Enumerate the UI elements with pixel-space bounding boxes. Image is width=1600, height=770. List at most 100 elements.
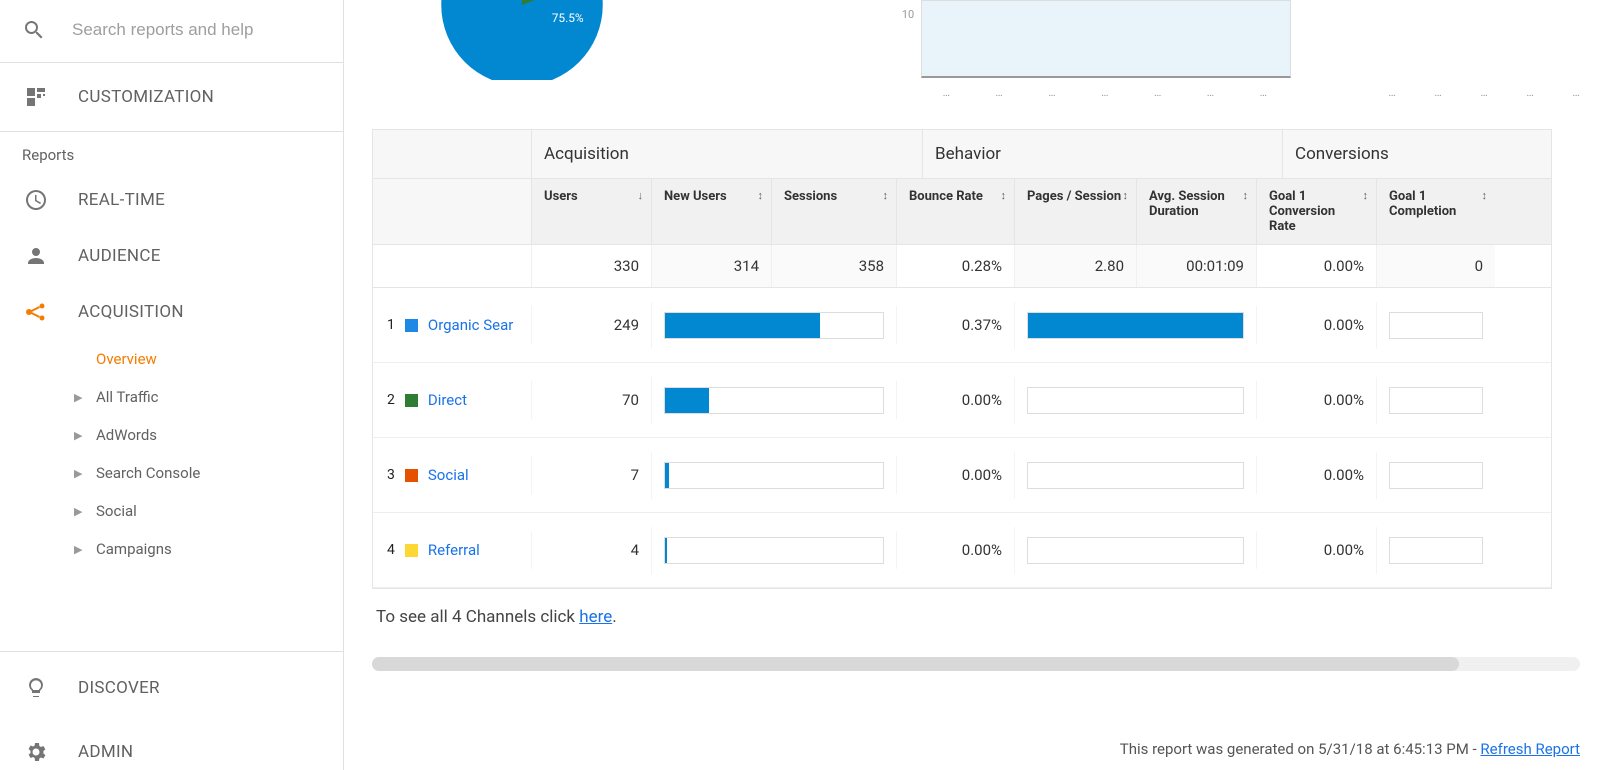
sparkline-chart-2: 0.00% — [1370, 0, 1600, 78]
sub-item-all-traffic[interactable]: ▶All Traffic — [48, 378, 343, 416]
sidebar-item-label: REAL-TIME — [78, 190, 165, 210]
sidebar-item-discover[interactable]: DISCOVER — [0, 651, 343, 724]
cell-users: 70 — [531, 381, 651, 419]
cell-pages-bar — [1014, 377, 1256, 424]
cell-new-users-bar — [651, 452, 896, 499]
cell-conv-rate: 0.00% — [1256, 306, 1376, 344]
row-name-cell[interactable]: 1 Organic Sear — [373, 316, 531, 334]
cell-pages-bar — [1014, 452, 1256, 499]
see-all-link[interactable]: here — [579, 607, 612, 627]
sort-icon: ↕ — [1001, 189, 1007, 202]
pie-chart: 75.5% — [372, 0, 842, 80]
caret-icon: ▶ — [74, 391, 96, 404]
col-header-duration[interactable]: Avg. Session Duration↕ — [1136, 179, 1256, 244]
col-header-sessions[interactable]: Sessions↕ — [771, 179, 896, 244]
person-icon — [22, 242, 50, 270]
sidebar-item-label: DISCOVER — [78, 678, 160, 698]
color-swatch — [405, 469, 418, 482]
sub-item-adwords[interactable]: ▶AdWords — [48, 416, 343, 454]
main-content: 75.5% 10 ………………… 0.00% …………… — [344, 0, 1600, 770]
col-header-users[interactable]: Users↓ — [531, 179, 651, 244]
table-row: 2 Direct 70 0.00% 0.00% — [373, 363, 1551, 438]
total-completion: 0 — [1376, 245, 1495, 287]
horizontal-scrollbar[interactable] — [372, 657, 1580, 671]
share-icon — [22, 298, 50, 326]
sidebar-item-label: AUDIENCE — [78, 246, 161, 266]
sort-icon: ↕ — [758, 189, 764, 202]
col-header-conv-rate[interactable]: Goal 1 Conversion Rate↕ — [1256, 179, 1376, 244]
chart-axis-ticks: …………… — [1370, 86, 1600, 99]
row-index: 2 — [387, 392, 395, 408]
reports-heading: Reports — [0, 132, 343, 172]
sidebar-item-admin[interactable]: ADMIN — [0, 724, 343, 770]
cell-completion-bar — [1376, 377, 1495, 424]
table-footer-note: To see all 4 Channels click here. — [372, 589, 1600, 657]
col-group-conversions: Conversions — [1282, 130, 1521, 178]
sub-item-overview[interactable]: Overview — [48, 340, 343, 378]
sub-item-search-console[interactable]: ▶Search Console — [48, 454, 343, 492]
cell-bounce: 0.00% — [896, 456, 1014, 494]
channel-link[interactable]: Social — [428, 466, 469, 484]
sidebar-item-acquisition[interactable]: ACQUISITION — [0, 284, 343, 340]
col-header-new-users[interactable]: New Users↕ — [651, 179, 771, 244]
channel-link[interactable]: Referral — [428, 541, 480, 559]
col-group-behavior: Behavior — [922, 130, 1282, 178]
cell-users: 7 — [531, 456, 651, 494]
sidebar-item-audience[interactable]: AUDIENCE — [0, 228, 343, 284]
col-group-acquisition: Acquisition — [531, 130, 922, 178]
sidebar: CUSTOMIZATION Reports REAL-TIME AUDIENCE… — [0, 0, 344, 770]
sort-icon: ↕ — [1363, 189, 1369, 202]
sparkline-chart-1: 10 — [921, 0, 1291, 78]
total-users: 330 — [531, 245, 651, 287]
row-name-cell[interactable]: 3 Social — [373, 466, 531, 484]
cell-bounce: 0.00% — [896, 381, 1014, 419]
sub-item-campaigns[interactable]: ▶Campaigns — [48, 530, 343, 568]
row-name-cell[interactable]: 2 Direct — [373, 391, 531, 409]
color-swatch — [405, 394, 418, 407]
cell-pages-bar — [1014, 302, 1256, 349]
total-duration: 00:01:09 — [1136, 245, 1256, 287]
row-index: 1 — [387, 317, 395, 333]
color-swatch — [405, 319, 418, 332]
scrollbar-thumb[interactable] — [372, 657, 1459, 671]
cell-conv-rate: 0.00% — [1256, 381, 1376, 419]
caret-icon: ▶ — [74, 505, 96, 518]
refresh-report-link[interactable]: Refresh Report — [1480, 740, 1580, 758]
caret-icon: ▶ — [74, 429, 96, 442]
sidebar-item-label: ADMIN — [78, 742, 133, 762]
channels-table: Acquisition Behavior Conversions Users↓ … — [372, 129, 1552, 589]
cell-new-users-bar — [651, 377, 896, 424]
sidebar-item-realtime[interactable]: REAL-TIME — [0, 172, 343, 228]
search-input[interactable] — [72, 20, 323, 40]
col-header-bounce[interactable]: Bounce Rate↕ — [896, 179, 1014, 244]
chart-axis-ticks: ………………… — [921, 86, 1291, 99]
sort-icon: ↕ — [1482, 189, 1488, 202]
cell-completion-bar — [1376, 452, 1495, 499]
cell-completion-bar — [1376, 302, 1495, 349]
caret-icon: ▶ — [74, 543, 96, 556]
cell-users: 4 — [531, 531, 651, 569]
channel-link[interactable]: Direct — [428, 391, 467, 409]
row-index: 4 — [387, 542, 395, 558]
col-header-pages[interactable]: Pages / Session↕ — [1014, 179, 1136, 244]
search-row — [0, 0, 343, 63]
cell-conv-rate: 0.00% — [1256, 531, 1376, 569]
row-index: 3 — [387, 467, 395, 483]
row-name-cell[interactable]: 4 Referral — [373, 541, 531, 559]
clock-icon — [22, 186, 50, 214]
bulb-icon — [22, 674, 50, 702]
search-icon — [22, 18, 46, 42]
sort-icon: ↕ — [883, 189, 889, 202]
cell-bounce: 0.37% — [896, 306, 1014, 344]
sub-item-social[interactable]: ▶Social — [48, 492, 343, 530]
sidebar-item-label: ACQUISITION — [78, 302, 184, 322]
total-sessions: 358 — [771, 245, 896, 287]
total-new-users: 314 — [651, 245, 771, 287]
sidebar-item-customization[interactable]: CUSTOMIZATION — [0, 63, 343, 132]
cell-new-users-bar — [651, 527, 896, 574]
total-pages: 2.80 — [1014, 245, 1136, 287]
gear-icon — [22, 738, 50, 766]
channel-link[interactable]: Organic Sear — [428, 316, 513, 334]
col-header-completion[interactable]: Goal 1 Completion↕ — [1376, 179, 1495, 244]
sort-icon: ↕ — [1123, 189, 1129, 202]
